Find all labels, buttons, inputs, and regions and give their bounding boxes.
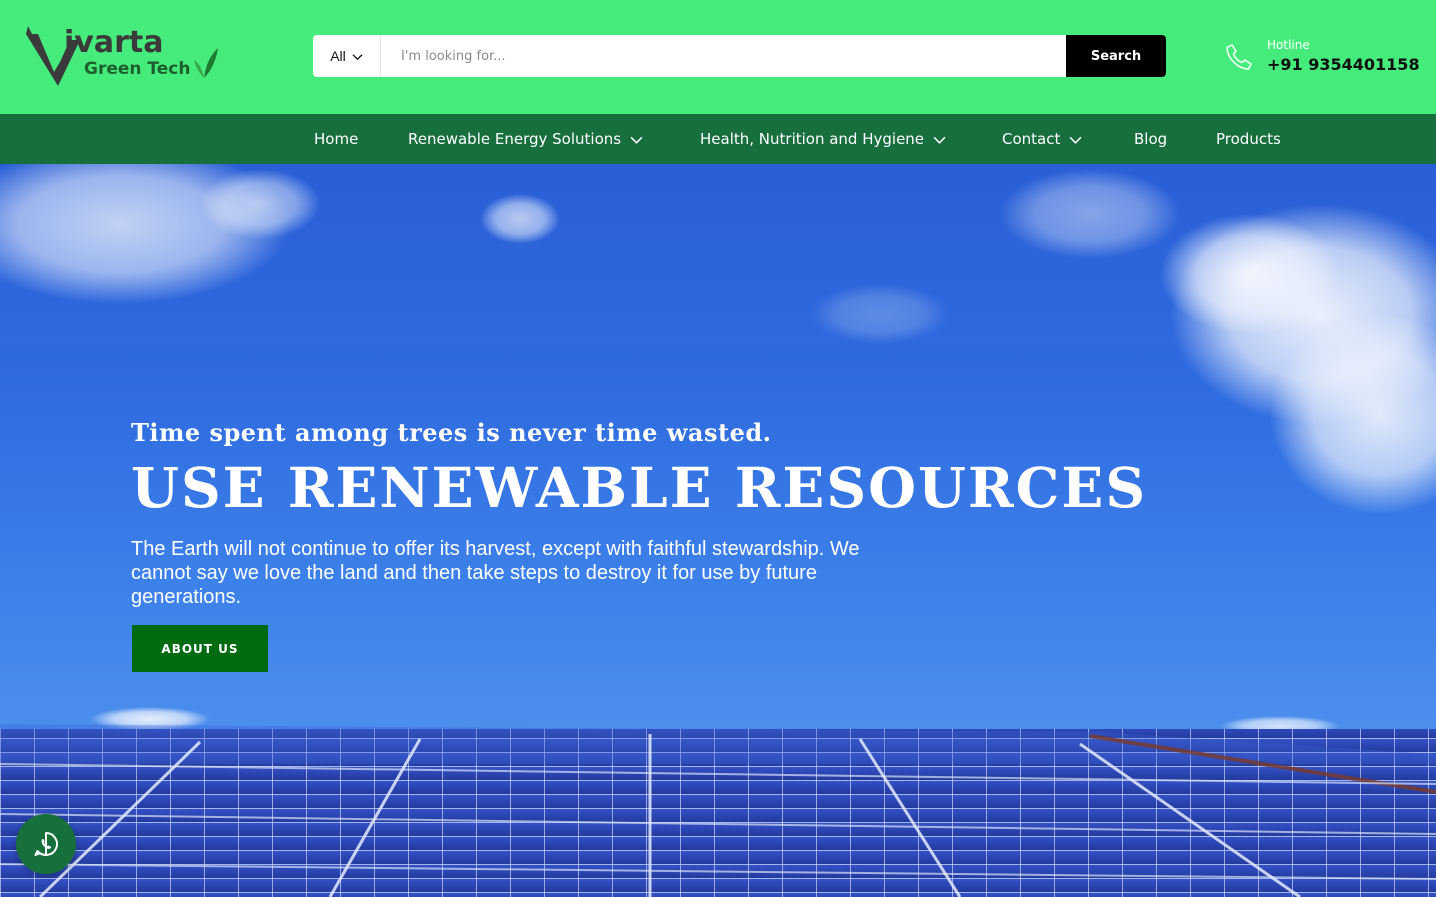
hero-subtitle: Time spent among trees is never time was…: [131, 418, 772, 447]
hero-content: Time spent among trees is never time was…: [131, 418, 1148, 672]
search-input[interactable]: [381, 35, 1066, 77]
whatsapp-button[interactable]: [16, 814, 76, 874]
search-button[interactable]: Search: [1066, 35, 1166, 77]
nav-item-health-nutrition-hygiene[interactable]: Health, Nutrition and Hygiene: [700, 114, 946, 164]
hotline-number[interactable]: +91 9354401158: [1267, 54, 1420, 76]
main-nav: Home Renewable Energy Solutions Health, …: [0, 114, 1436, 164]
nav-item-label: Renewable Energy Solutions: [408, 130, 622, 148]
nav-item-label: Health, Nutrition and Hygiene: [700, 130, 925, 148]
search-bar: All Search: [313, 35, 1166, 77]
nav-item-label: Contact: [1002, 130, 1061, 148]
chevron-down-icon: [352, 53, 363, 60]
about-us-button[interactable]: ABOUT US: [132, 625, 268, 672]
nav-item-label: Home: [314, 130, 359, 148]
search-category-select[interactable]: All: [313, 35, 381, 77]
nav-item-renewable-energy-solutions[interactable]: Renewable Energy Solutions: [408, 114, 643, 164]
chevron-down-icon: [1069, 136, 1082, 144]
logo-title: ivarta: [64, 25, 163, 60]
chevron-down-icon: [933, 136, 946, 144]
nav-item-contact[interactable]: Contact: [1002, 114, 1082, 164]
whatsapp-icon: [34, 832, 58, 856]
hotline-label: Hotline: [1267, 38, 1310, 52]
logo-image: ivarta Green Tech: [26, 25, 218, 86]
nav-item-blog[interactable]: Blog: [1134, 114, 1167, 164]
hero-title: USE RENEWABLE RESOURCES: [131, 455, 1148, 520]
hotline: Hotline +91 9354401158: [1224, 38, 1420, 76]
nav-item-home[interactable]: Home: [314, 114, 358, 164]
nav-item-label: Blog: [1134, 130, 1168, 148]
search-category-label: All: [330, 48, 346, 64]
site-header: ivarta Green Tech All Search Hotline +91…: [0, 0, 1436, 114]
logo-subtitle: Green Tech: [84, 59, 190, 79]
hero-description: The Earth will not continue to offer its…: [131, 538, 860, 608]
site-logo[interactable]: ivarta Green Tech: [24, 20, 224, 90]
nav-item-products[interactable]: Products: [1216, 114, 1281, 164]
hero-banner: Time spent among trees is never time was…: [0, 164, 1436, 897]
nav-item-label: Products: [1216, 130, 1281, 148]
phone-icon: [1226, 44, 1252, 70]
chevron-down-icon: [630, 136, 643, 144]
